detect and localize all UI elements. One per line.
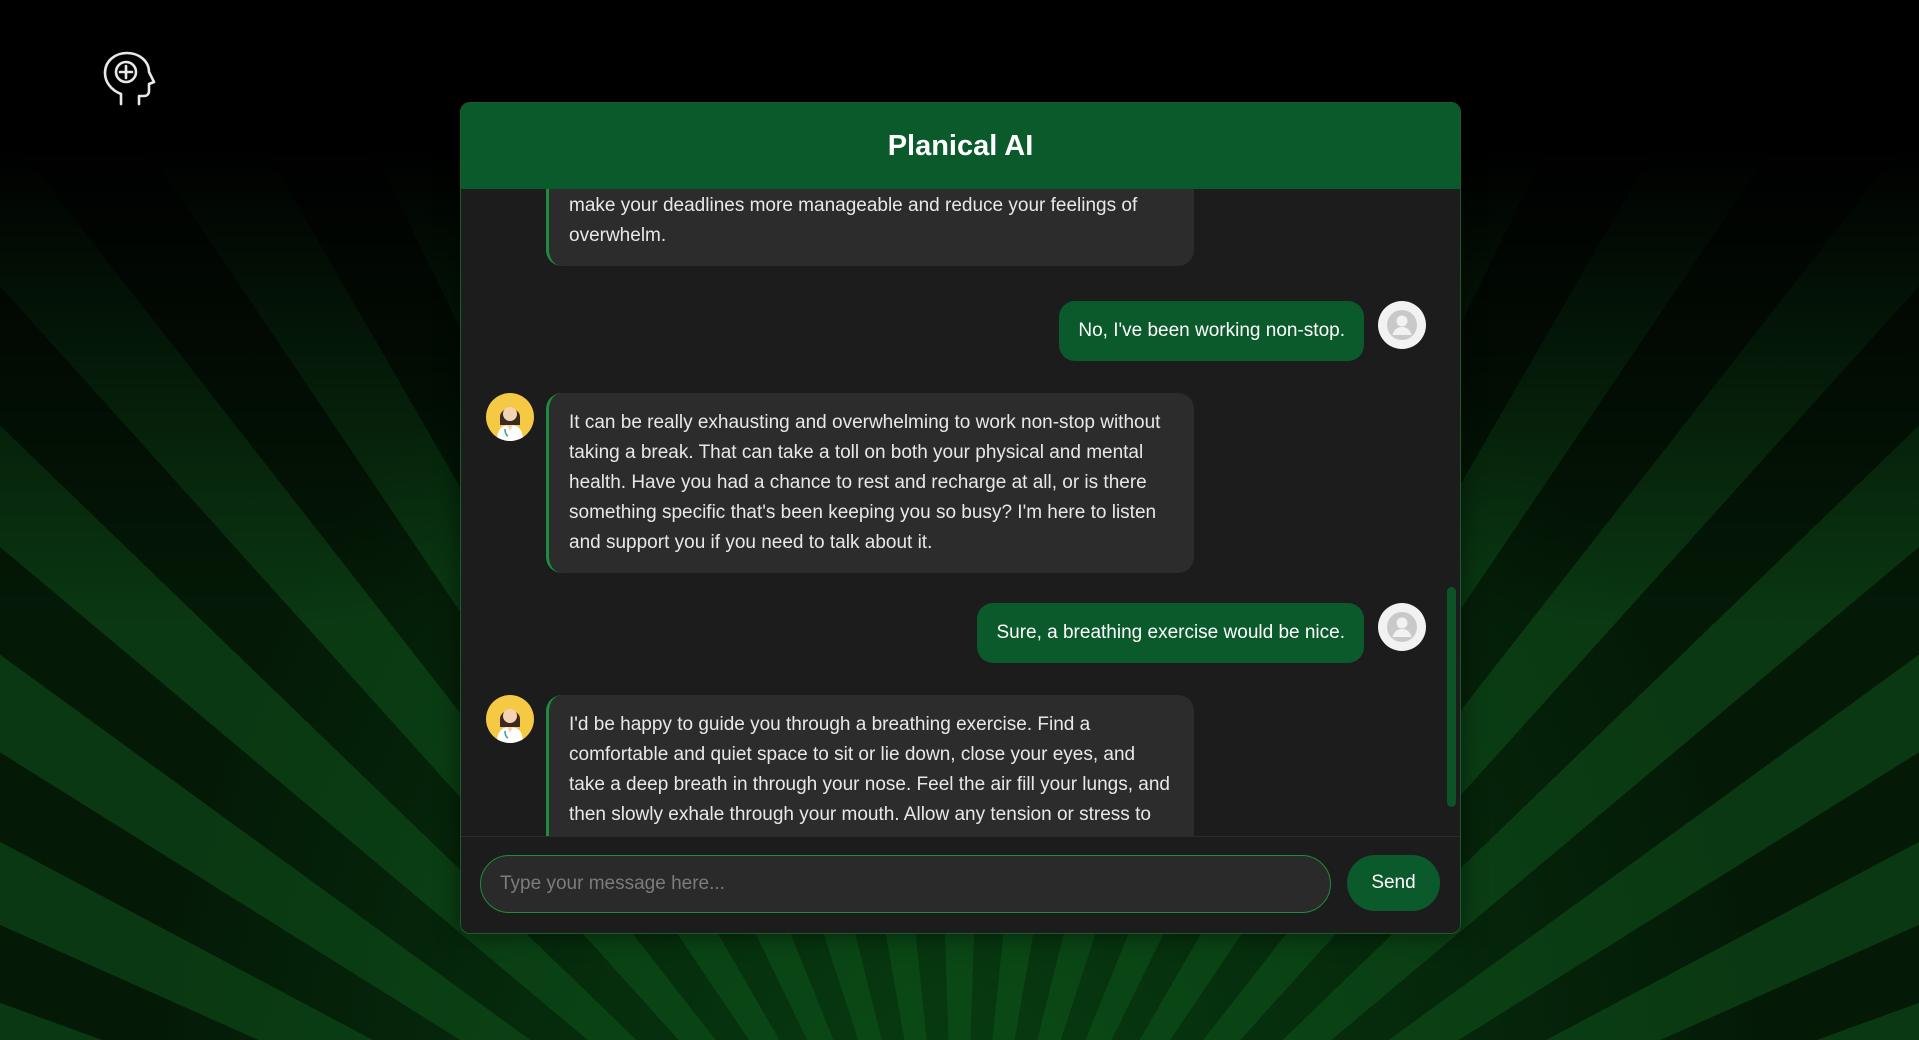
chat-title: Planical AI xyxy=(887,129,1034,162)
chat-window: Planical AI make your deadlines more man… xyxy=(460,102,1461,934)
user-message: No, I've been working non-stop. xyxy=(1059,301,1426,361)
send-button[interactable]: Send xyxy=(1347,855,1440,911)
bot-message-bubble: It can be really exhausting and overwhel… xyxy=(546,393,1194,573)
bot-message-bubble: I'd be happy to guide you through a brea… xyxy=(546,695,1194,837)
bot-message-text: I'd be happy to guide you through a brea… xyxy=(569,714,1170,837)
user-message-bubble: No, I've been working non-stop. xyxy=(1059,301,1364,361)
user-avatar-icon xyxy=(1378,603,1426,651)
message-input[interactable] xyxy=(480,855,1331,913)
composer: Send xyxy=(461,836,1460,933)
user-avatar-icon xyxy=(1378,301,1426,349)
scrollbar-thumb[interactable] xyxy=(1447,587,1456,807)
doctor-avatar-icon xyxy=(486,695,534,743)
bot-message-bubble: make your deadlines more manageable and … xyxy=(546,189,1194,266)
user-message-bubble: Sure, a breathing exercise would be nice… xyxy=(977,603,1364,663)
message-list[interactable]: make your deadlines more manageable and … xyxy=(461,189,1460,837)
bot-message-text: It can be really exhausting and overwhel… xyxy=(569,412,1161,553)
bot-message: I'd be happy to guide you through a brea… xyxy=(486,695,1194,837)
bot-message-text: make your deadlines more manageable and … xyxy=(569,195,1138,246)
bot-message: make your deadlines more manageable and … xyxy=(546,189,1194,266)
head-plus-icon[interactable] xyxy=(101,50,159,108)
user-message-text: No, I've been working non-stop. xyxy=(1078,320,1345,341)
user-message: Sure, a breathing exercise would be nice… xyxy=(977,603,1426,663)
doctor-avatar-icon xyxy=(486,393,534,441)
bot-message: It can be really exhausting and overwhel… xyxy=(486,393,1194,573)
user-message-text: Sure, a breathing exercise would be nice… xyxy=(996,622,1345,643)
chat-header: Planical AI xyxy=(461,103,1460,189)
